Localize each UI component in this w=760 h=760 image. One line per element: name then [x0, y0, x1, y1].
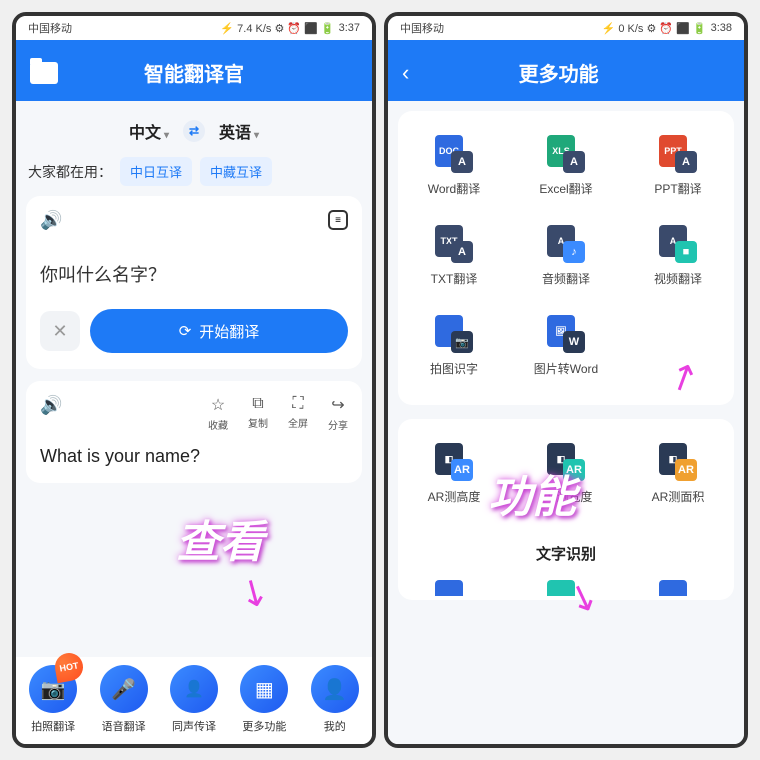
app-header: 智能翻译官	[16, 40, 372, 101]
file-icon: 📷	[435, 315, 473, 353]
speaker-icon[interactable]: 🔊	[40, 395, 62, 416]
page-title: 智能翻译官	[58, 58, 330, 87]
bottom-nav: 📷 HOT 拍照翻译 🎤 语音翻译 👤 同声传译 ▦ 更多功能 👤 我的	[16, 657, 372, 744]
share-button[interactable]: ↪分享	[328, 395, 348, 432]
mic-icon: 🎤	[111, 677, 136, 702]
file-icon: A ■	[659, 225, 697, 263]
translate-button[interactable]: ⟳ 开始翻译	[90, 309, 348, 353]
result-actions: ☆收藏 ⧉复制 ⛶全屏 ↪分享	[208, 395, 348, 432]
clock-label: 3:37	[339, 22, 360, 34]
file-icon: PPT A	[659, 135, 697, 173]
feature-tile[interactable]: 📷 拍图识字	[398, 301, 510, 391]
copy-icon: ⧉	[252, 395, 263, 413]
tile-label: Excel翻译	[539, 180, 592, 197]
share-icon: ↪	[331, 395, 344, 415]
source-text[interactable]: 你叫什么名字？	[40, 261, 348, 287]
feature-tile[interactable]: DOC A Word翻译	[398, 121, 510, 211]
feature-tile[interactable]: A ♪ 音频翻译	[510, 211, 622, 301]
carrier-label: 中国移动	[28, 20, 72, 36]
feature-tile[interactable]: XLS A Excel翻译	[510, 121, 622, 211]
screen-more-features: 中国移动 ⚡ 0 K/s ⚙ ⏰ ⬛ 🔋3:38 ‹ 更多功能 DOC A Wo…	[384, 12, 748, 748]
feature-tile[interactable]: A ■ 视频翻译	[622, 211, 734, 301]
chip-cn-jp[interactable]: 中日互译	[120, 157, 192, 186]
tile-label: AR测高度	[428, 488, 481, 505]
star-icon: ☆	[211, 395, 225, 415]
file-icon: TXT A	[435, 225, 473, 263]
file-icon: A ♪	[547, 225, 585, 263]
tile-partial[interactable]	[510, 566, 622, 596]
feature-grid-translate: DOC A Word翻译 XLS A Excel翻译 PPT A PPT翻译 T…	[398, 111, 734, 405]
language-selector: 中文▾ ⇄ 英语▾	[26, 111, 362, 155]
clock-label: 3:38	[711, 22, 732, 34]
refresh-icon: ⟳	[179, 322, 192, 340]
nav-simultaneous[interactable]: 👤 同声传译	[165, 665, 223, 734]
feature-tile[interactable]: ◧ AR AR测高度	[398, 429, 510, 519]
status-bar: 中国移动 ⚡ 0 K/s ⚙ ⏰ ⬛ 🔋3:38	[388, 16, 744, 40]
tile-label: PPT翻译	[654, 180, 701, 197]
lang-to[interactable]: 英语▾	[219, 119, 259, 143]
lang-from[interactable]: 中文▾	[129, 119, 169, 143]
swap-languages-icon[interactable]: ⇄	[183, 120, 205, 142]
feature-tile[interactable]: 🖼 W 图片转Word	[510, 301, 622, 391]
clear-button[interactable]: ✕	[40, 311, 80, 351]
person-speak-icon: 👤	[184, 679, 204, 699]
file-icon: ◧ AR	[659, 443, 697, 481]
nav-voice-translate[interactable]: 🎤 语音翻译	[95, 665, 153, 734]
tile-label: 视频翻译	[654, 270, 702, 287]
file-icon: 🖼 W	[547, 315, 585, 353]
copy-button[interactable]: ⧉复制	[248, 395, 268, 432]
file-icon: DOC A	[435, 135, 473, 173]
main-content: DOC A Word翻译 XLS A Excel翻译 PPT A PPT翻译 T…	[388, 101, 744, 744]
nav-photo-translate[interactable]: 📷 HOT 拍照翻译	[24, 665, 82, 734]
tile-label: AR测宽度	[540, 488, 593, 505]
person-icon: 👤	[322, 677, 347, 702]
tile-partial[interactable]	[398, 566, 510, 596]
file-icon: XLS A	[547, 135, 585, 173]
page-title: 更多功能	[409, 58, 708, 87]
main-content: 中文▾ ⇄ 英语▾ 大家都在用： 中日互译 中藏互译 🔊 ≡ 你叫什么名字？ ✕…	[16, 101, 372, 657]
tile-label: 图片转Word	[534, 360, 598, 377]
screen-translator-home: 中国移动 ⚡ 7.4 K/s ⚙ ⏰ ⬛ 🔋3:37 智能翻译官 中文▾ ⇄ 英…	[12, 12, 376, 748]
tile-label: 拍图识字	[430, 360, 478, 377]
result-card: 🔊 ☆收藏 ⧉复制 ⛶全屏 ↪分享 What is your name?	[26, 381, 362, 483]
feature-tile[interactable]: ◧ AR AR测面积	[622, 429, 734, 519]
file-icon: ◧ AR	[547, 443, 585, 481]
grid-icon: ▦	[255, 677, 274, 702]
popular-row: 大家都在用： 中日互译 中藏互译	[26, 155, 362, 196]
fullscreen-button[interactable]: ⛶全屏	[288, 395, 308, 432]
result-text: What is your name?	[40, 446, 348, 467]
feature-grid-ar: ◧ AR AR测高度 ◧ AR AR测宽度 ◧ AR AR测面积 文字识别	[398, 419, 734, 600]
feature-tile[interactable]: PPT A PPT翻译	[622, 121, 734, 211]
tile-partial[interactable]	[622, 566, 734, 596]
speaker-icon[interactable]: 🔊	[40, 210, 62, 230]
section-title-ocr: 文字识别	[398, 539, 734, 566]
tile-label: TXT翻译	[431, 270, 478, 287]
feature-tile[interactable]: ◧ AR AR测宽度	[510, 429, 622, 519]
file-icon: ◧ AR	[435, 443, 473, 481]
tile-label: 音频翻译	[542, 270, 590, 287]
nav-profile[interactable]: 👤 我的	[306, 665, 364, 734]
fullscreen-icon: ⛶	[292, 395, 303, 413]
settings-icon[interactable]: ≡	[328, 210, 348, 230]
status-bar: 中国移动 ⚡ 7.4 K/s ⚙ ⏰ ⬛ 🔋3:37	[16, 16, 372, 40]
nav-more-features[interactable]: ▦ 更多功能	[235, 665, 293, 734]
tile-label: Word翻译	[428, 180, 480, 197]
popular-label: 大家都在用：	[28, 162, 112, 182]
app-header: ‹ 更多功能	[388, 40, 744, 101]
input-card: 🔊 ≡ 你叫什么名字？ ✕ ⟳ 开始翻译	[26, 196, 362, 369]
tile-label: AR测面积	[652, 488, 705, 505]
favorite-button[interactable]: ☆收藏	[208, 395, 228, 432]
feature-tile[interactable]: TXT A TXT翻译	[398, 211, 510, 301]
carrier-label: 中国移动	[400, 20, 444, 36]
chip-cn-tibetan[interactable]: 中藏互译	[200, 157, 272, 186]
folder-icon[interactable]	[30, 62, 58, 84]
back-icon[interactable]: ‹	[402, 60, 409, 86]
